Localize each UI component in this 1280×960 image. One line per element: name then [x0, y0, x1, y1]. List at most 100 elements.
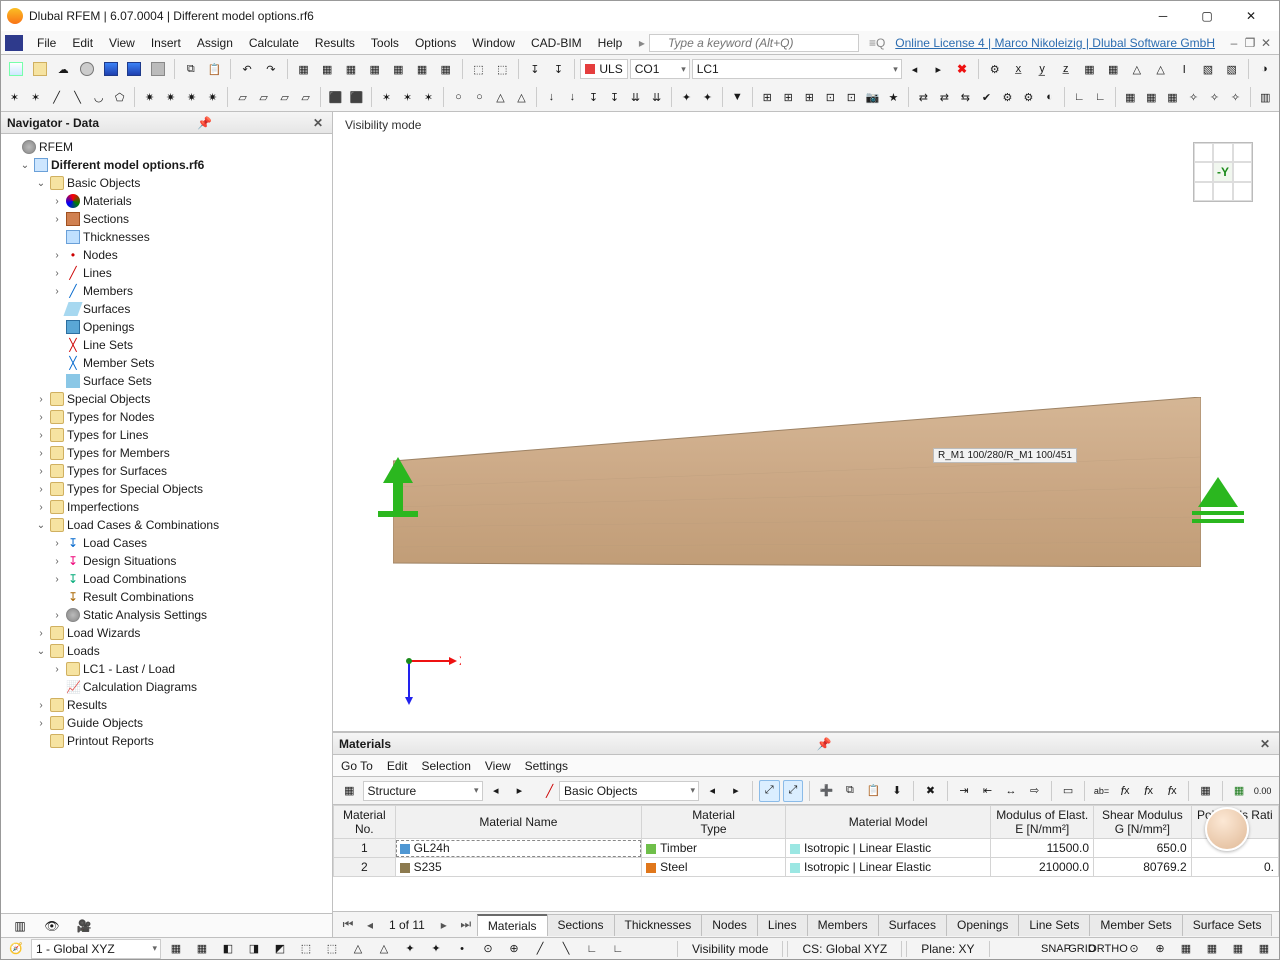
mat-struct-combo[interactable]: Structure	[363, 781, 483, 801]
navigator-pin-icon[interactable]: 📌	[197, 116, 213, 130]
sb-b1[interactable]: ▦	[165, 938, 187, 960]
uls-chip[interactable]: ULS	[580, 59, 627, 79]
tree-calc-diagrams[interactable]: Calculation Diagrams	[83, 680, 197, 694]
minimize-button[interactable]: ─	[1141, 1, 1185, 31]
load2-button[interactable]: ↓	[563, 86, 582, 108]
sb-b18[interactable]: ∟	[607, 938, 629, 960]
table-row[interactable]: 2S235SteelIsotropic | Linear Elastic2100…	[334, 858, 1279, 877]
opt-button[interactable]: ◐	[1040, 86, 1059, 108]
load5-button[interactable]: ⇊	[626, 86, 645, 108]
tab-member-sets[interactable]: Member Sets	[1089, 914, 1182, 936]
mat-selection[interactable]: Selection	[422, 759, 471, 773]
link3-button[interactable]: ⇆	[956, 86, 975, 108]
tab-sections[interactable]: Sections	[547, 914, 615, 936]
sb-b5[interactable]: ◩	[269, 938, 291, 960]
dim-y-button[interactable]: y̲	[1031, 58, 1053, 80]
tree-member-sets[interactable]: Member Sets	[83, 356, 154, 370]
search-input[interactable]	[649, 34, 859, 52]
menu-calculate[interactable]: Calculate	[241, 33, 307, 53]
menu-file[interactable]: File	[29, 33, 64, 53]
tree-load-cases[interactable]: Load Cases	[83, 536, 147, 550]
set3-button[interactable]: ✶	[419, 86, 438, 108]
mat-xls[interactable]: ▦	[1229, 780, 1250, 802]
surf1-button[interactable]: ▱	[233, 86, 252, 108]
assign1-button[interactable]: ✦	[677, 86, 696, 108]
navigator-close-icon[interactable]: ✕	[310, 116, 326, 130]
assistant-avatar[interactable]	[1205, 807, 1249, 851]
paste-button[interactable]: 📋	[204, 58, 226, 80]
tab-surfaces[interactable]: Surfaces	[878, 914, 947, 936]
load3-button[interactable]: ↧	[584, 86, 603, 108]
mat-goto[interactable]: Go To	[341, 759, 373, 773]
mat-ab[interactable]: ab=	[1091, 780, 1112, 802]
sb-gl[interactable]: ▦	[1175, 938, 1197, 960]
sb-b13[interactable]: ⊙	[477, 938, 499, 960]
mdi-min[interactable]: –	[1227, 36, 1241, 50]
mat-basic-combo[interactable]: Basic Objects	[559, 781, 699, 801]
load1-button[interactable]: ↓	[542, 86, 561, 108]
tab-prev[interactable]: ◂	[359, 918, 381, 932]
dim-z-button[interactable]: z̲	[1055, 58, 1077, 80]
sb-snap1[interactable]: SNAP	[1045, 938, 1067, 960]
tree-thicknesses[interactable]: Thicknesses	[83, 230, 150, 244]
sb-b2[interactable]: ▦	[191, 938, 213, 960]
line-button[interactable]: ╱	[47, 86, 66, 108]
mat-settings[interactable]: Settings	[525, 759, 568, 773]
view-zoom-button[interactable]: ▦	[435, 58, 457, 80]
select-button[interactable]: ⬚	[468, 58, 490, 80]
support-button[interactable]: △	[491, 86, 510, 108]
delete-red-button[interactable]: ✖	[951, 58, 973, 80]
solid2-button[interactable]: ⬛	[347, 86, 366, 108]
sb-b11[interactable]: ✦	[425, 938, 447, 960]
view-cube[interactable]: -Y	[1193, 142, 1253, 202]
keyword-search[interactable]: ▸	[639, 34, 859, 52]
mat-a3[interactable]: ↔	[1001, 780, 1022, 802]
sb-gl4[interactable]: ▦	[1253, 938, 1275, 960]
load6-button[interactable]: ⇊	[647, 86, 666, 108]
materials-header[interactable]: Materials 📌 ✕	[333, 733, 1279, 755]
grid1-button[interactable]: ▦	[1079, 58, 1101, 80]
line2-button[interactable]: ╲	[68, 86, 87, 108]
gear2-button[interactable]: ⚙	[1019, 86, 1038, 108]
tree-lines[interactable]: Lines	[83, 266, 112, 280]
table-row[interactable]: 1GL24hTimberIsotropic | Linear Elastic11…	[334, 839, 1279, 858]
check-button[interactable]: ✔	[977, 86, 996, 108]
mat-next2[interactable]: ▸	[726, 780, 747, 802]
mdi-close[interactable]: ✕	[1259, 36, 1273, 50]
save-button[interactable]	[100, 58, 122, 80]
set1-button[interactable]: ✶	[377, 86, 396, 108]
footer-eye-icon[interactable]: 👁	[41, 917, 63, 935]
footer-cam-icon[interactable]: 🎥	[73, 917, 95, 935]
sb-b9[interactable]: △	[373, 938, 395, 960]
menu-window[interactable]: Window	[464, 33, 523, 53]
menu-tools[interactable]: Tools	[363, 33, 407, 53]
hinge2-button[interactable]: ○	[470, 86, 489, 108]
tree-result-combinations[interactable]: Result Combinations	[83, 590, 194, 604]
poly-button[interactable]: ⬠	[110, 86, 129, 108]
gear-button[interactable]: ⚙	[998, 86, 1017, 108]
render-btn[interactable]: ▧	[1197, 58, 1219, 80]
tree-load-wizards[interactable]: Load Wizards	[67, 626, 140, 640]
dim-x-button[interactable]: x̲	[1008, 58, 1030, 80]
footer-data-icon[interactable]: ▥	[9, 917, 31, 935]
tree-openings[interactable]: Openings	[83, 320, 134, 334]
print-button[interactable]	[147, 58, 169, 80]
snap2-button[interactable]: ⊞	[779, 86, 798, 108]
menu-assign[interactable]: Assign	[189, 33, 241, 53]
mat-struct-icon[interactable]: ▦	[339, 780, 360, 802]
tree-imperfections[interactable]: Imperfections	[67, 500, 139, 514]
materials-pin-icon[interactable]: 📌	[816, 737, 832, 751]
snap5-button[interactable]: ⊡	[842, 86, 861, 108]
tree-static-analysis[interactable]: Static Analysis Settings	[83, 608, 207, 622]
sb-b10[interactable]: ✦	[399, 938, 421, 960]
undo-button[interactable]: ↶	[236, 58, 258, 80]
sup-btn[interactable]: △	[1126, 58, 1148, 80]
menu-options[interactable]: Options	[407, 33, 464, 53]
tree-materials[interactable]: Materials	[83, 194, 132, 208]
snap4-button[interactable]: ⊡	[821, 86, 840, 108]
sb-b14[interactable]: ⊕	[503, 938, 525, 960]
link2-button[interactable]: ⇄	[935, 86, 954, 108]
tree-basic-objects[interactable]: Basic Objects	[67, 176, 140, 190]
tree-special-objects[interactable]: Special Objects	[67, 392, 150, 406]
node-button[interactable]: ✶	[5, 86, 24, 108]
